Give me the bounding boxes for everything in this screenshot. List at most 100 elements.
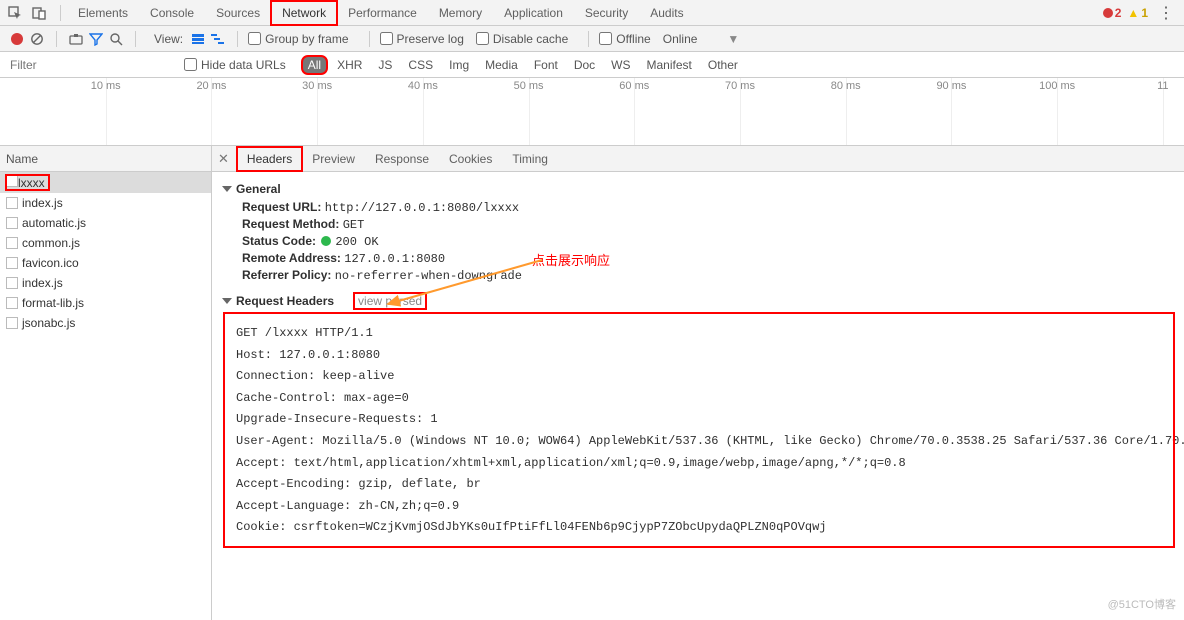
general-remote-address: Remote Address: 127.0.0.1:8080	[242, 251, 1180, 266]
file-icon	[6, 237, 18, 249]
network-toolbar: View: Group by frame Preserve log Disabl…	[0, 26, 1184, 52]
filter-funnel-icon[interactable]	[87, 30, 105, 48]
request-item[interactable]: favicon.ico	[0, 253, 211, 273]
raw-request-headers: GET /lxxxx HTTP/1.1 Host: 127.0.0.1:8080…	[236, 323, 1170, 539]
error-count[interactable]: 2	[1103, 6, 1122, 20]
request-item[interactable]: common.js	[0, 233, 211, 253]
tab-performance[interactable]: Performance	[337, 1, 428, 25]
watermark: @51CTO博客	[1108, 596, 1176, 612]
section-request-headers[interactable]: Request Headers view parsed	[224, 293, 1180, 309]
search-icon[interactable]	[107, 30, 125, 48]
filter-type-doc[interactable]: Doc	[568, 56, 601, 74]
filter-type-other[interactable]: Other	[702, 56, 744, 74]
request-item-label: favicon.ico	[22, 256, 79, 270]
filter-type-ws[interactable]: WS	[605, 56, 636, 74]
timeline-tick: 70 ms	[725, 80, 755, 92]
filter-type-css[interactable]: CSS	[402, 56, 439, 74]
tab-console[interactable]: Console	[139, 1, 205, 25]
warning-count[interactable]: ▲1	[1127, 6, 1148, 20]
group-by-frame-checkbox[interactable]: Group by frame	[248, 32, 348, 46]
status-dot-icon	[321, 236, 331, 246]
close-icon[interactable]: ✕	[218, 151, 229, 167]
disable-cache-checkbox[interactable]: Disable cache	[476, 32, 568, 46]
file-icon	[6, 197, 18, 209]
request-item-label: jsonabc.js	[22, 316, 75, 330]
preserve-log-checkbox[interactable]: Preserve log	[380, 32, 464, 46]
timeline-tick: 50 ms	[514, 80, 544, 92]
request-detail-panel: ✕ HeadersPreviewResponseCookiesTiming Ge…	[212, 146, 1184, 620]
file-icon	[6, 217, 18, 229]
tab-audits[interactable]: Audits	[639, 1, 694, 25]
request-item-label: common.js	[22, 236, 80, 250]
timeline-tick: 100 ms	[1039, 80, 1075, 92]
timeline-tick: 11	[1157, 80, 1168, 92]
tab-application[interactable]: Application	[493, 1, 574, 25]
record-icon[interactable]	[8, 30, 26, 48]
timeline-tick: 90 ms	[936, 80, 966, 92]
timeline-tick: 20 ms	[196, 80, 226, 92]
view-label: View:	[154, 32, 183, 46]
detail-tabs: ✕ HeadersPreviewResponseCookiesTiming	[212, 146, 1184, 172]
request-item-label: format-lib.js	[22, 296, 84, 310]
request-item[interactable]: index.js	[0, 273, 211, 293]
tab-network[interactable]: Network	[271, 1, 337, 25]
timeline-tick: 30 ms	[302, 80, 332, 92]
general-request-url: Request URL: http://127.0.0.1:8080/lxxxx	[242, 200, 1180, 215]
file-icon	[6, 175, 18, 187]
clear-icon[interactable]	[28, 30, 46, 48]
offline-checkbox[interactable]: Offline	[599, 32, 650, 46]
timeline-tick: 40 ms	[408, 80, 438, 92]
tab-elements[interactable]: Elements	[67, 1, 139, 25]
general-status-code: Status Code: 200 OK	[242, 234, 1180, 249]
filter-input[interactable]	[8, 55, 158, 75]
timeline-tick: 80 ms	[831, 80, 861, 92]
hide-data-urls-checkbox[interactable]: Hide data URLs	[184, 58, 286, 72]
sidebar-header-name[interactable]: Name	[0, 146, 211, 172]
request-item[interactable]: automatic.js	[0, 213, 211, 233]
general-request-method: Request Method: GET	[242, 217, 1180, 232]
timeline-tick: 10 ms	[91, 80, 121, 92]
file-icon	[6, 317, 18, 329]
file-icon	[6, 297, 18, 309]
kebab-menu-icon[interactable]: ⋮	[1158, 3, 1174, 23]
request-item[interactable]: index.js	[0, 193, 211, 213]
request-item-label: lxxxx	[18, 176, 45, 190]
filter-type-font[interactable]: Font	[528, 56, 564, 74]
section-general[interactable]: General	[224, 182, 1180, 196]
request-item-label: index.js	[22, 276, 63, 290]
filter-type-manifest[interactable]: Manifest	[641, 56, 698, 74]
network-filter-bar: Hide data URLs AllXHRJSCSSImgMediaFontDo…	[0, 52, 1184, 78]
detail-tab-headers[interactable]: Headers	[237, 147, 302, 171]
filter-type-js[interactable]: JS	[372, 56, 398, 74]
device-toggle-icon[interactable]	[30, 6, 48, 20]
online-select[interactable]: Online	[663, 32, 698, 46]
network-timeline[interactable]: 10 ms 20 ms 30 ms 40 ms 50 ms 60 ms 70 ms 80 ms…	[0, 78, 1184, 146]
view-parsed-link[interactable]: view parsed	[354, 293, 426, 309]
tab-memory[interactable]: Memory	[428, 1, 493, 25]
detail-tab-cookies[interactable]: Cookies	[439, 147, 502, 171]
general-referrer-policy: Referrer Policy: no-referrer-when-downgr…	[242, 268, 1180, 283]
tab-security[interactable]: Security	[574, 1, 639, 25]
timeline-tick: 60 ms	[619, 80, 649, 92]
requests-sidebar: Name lxxxx index.js automatic.js common.js f…	[0, 146, 212, 620]
detail-tab-preview[interactable]: Preview	[302, 147, 365, 171]
request-item[interactable]: format-lib.js	[0, 293, 211, 313]
request-item-label: automatic.js	[22, 216, 86, 230]
devtools-main-tabs: ElementsConsoleSourcesNetworkPerformance…	[0, 0, 1184, 26]
detail-tab-response[interactable]: Response	[365, 147, 439, 171]
waterfall-icon[interactable]	[209, 30, 227, 48]
large-rows-icon[interactable]	[189, 30, 207, 48]
filter-type-xhr[interactable]: XHR	[331, 56, 368, 74]
request-item-label: index.js	[22, 196, 63, 210]
inspect-icon[interactable]	[6, 6, 24, 20]
filter-type-media[interactable]: Media	[479, 56, 524, 74]
tab-sources[interactable]: Sources	[205, 1, 271, 25]
request-item[interactable]: lxxxx	[0, 172, 211, 193]
detail-tab-timing[interactable]: Timing	[502, 147, 558, 171]
filter-type-img[interactable]: Img	[443, 56, 475, 74]
chevron-down-icon[interactable]: ▼	[727, 32, 739, 46]
file-icon	[6, 277, 18, 289]
filter-type-all[interactable]: All	[302, 56, 327, 74]
request-item[interactable]: jsonabc.js	[0, 313, 211, 333]
capture-icon[interactable]	[67, 30, 85, 48]
